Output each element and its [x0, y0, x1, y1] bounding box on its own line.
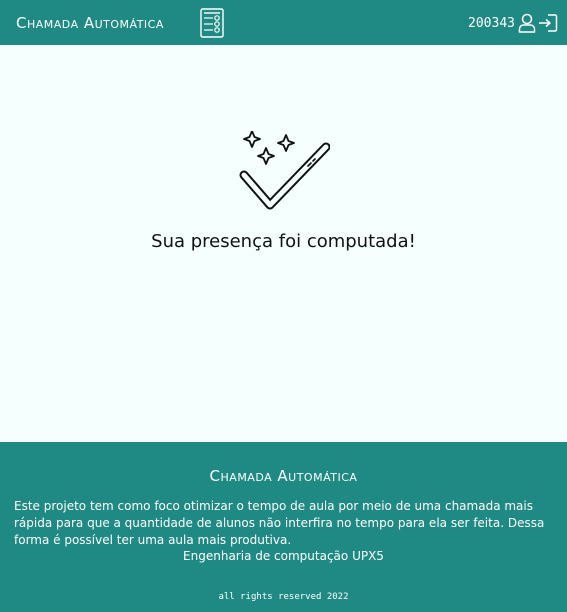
footer-title: Chamada Automática	[209, 467, 358, 485]
app-title[interactable]: Chamada Automática	[16, 14, 164, 32]
footer-course: Engenharia de computação UPX5	[183, 549, 384, 563]
footer-copyright: all rights reserved 2022	[218, 592, 349, 602]
user-id: 200343	[468, 16, 515, 31]
footer: Chamada Automática Este projeto tem como…	[0, 442, 567, 612]
checklist-icon	[200, 8, 224, 38]
confirmation-message: Sua presença foi computada!	[151, 231, 416, 252]
footer-description: Este projeto tem como foco otimizar o te…	[14, 499, 545, 547]
main-content: Sua presença foi computada!	[0, 45, 567, 442]
logout-icon[interactable]	[538, 13, 558, 33]
top-navbar: Chamada Automática 200343	[0, 0, 567, 45]
user-icon[interactable]	[518, 13, 536, 33]
sparkle-double-check-icon	[239, 131, 330, 210]
